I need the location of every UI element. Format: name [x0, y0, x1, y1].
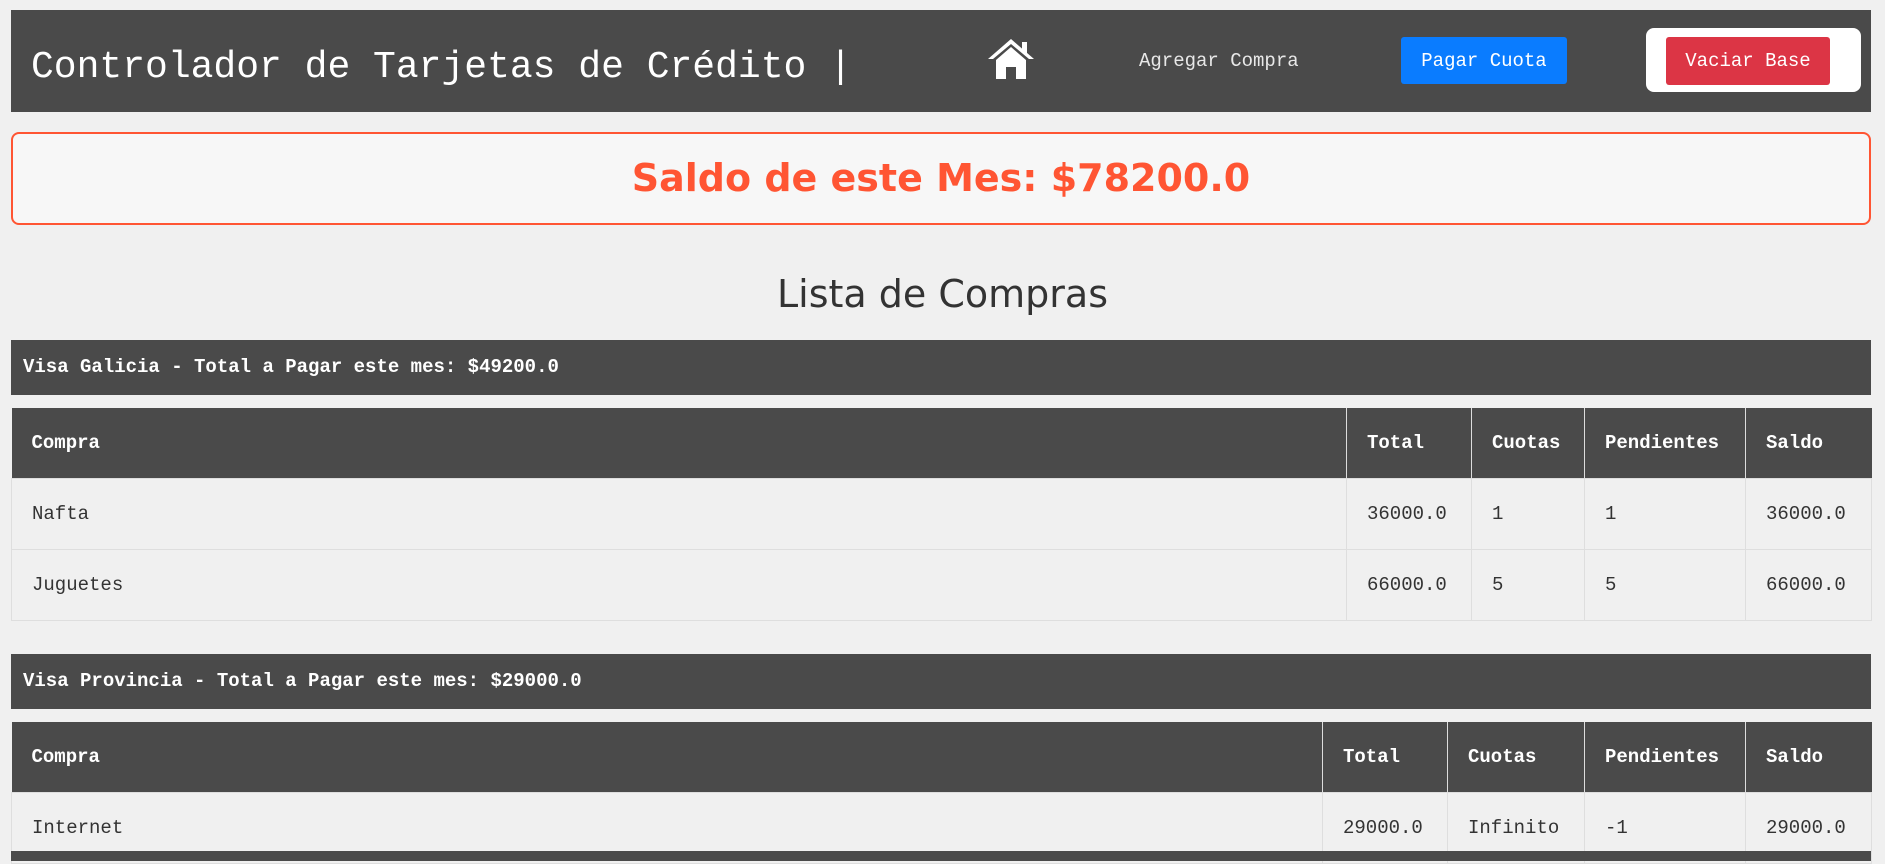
cell-compra: Juguetes: [11, 548, 1347, 621]
table-header-row: Compra Total Cuotas Pendientes Saldo: [11, 408, 1872, 478]
cell-pendientes: 1: [1584, 477, 1746, 550]
cell-cuotas: 1: [1471, 477, 1585, 550]
column-header-pendientes: Pendientes: [1584, 408, 1746, 478]
empty-database-container: Vaciar Base: [1646, 28, 1861, 92]
cell-pendientes: 5: [1584, 548, 1746, 621]
cell-saldo: 36000.0: [1745, 477, 1872, 550]
column-header-saldo: Saldo: [1745, 722, 1872, 792]
table-header-row: Compra Total Cuotas Pendientes Saldo: [11, 722, 1872, 792]
table-row: Juguetes 66000.0 5 5 66000.0: [11, 548, 1872, 621]
cell-total: 36000.0: [1346, 477, 1472, 550]
column-header-total: Total: [1346, 408, 1472, 478]
cell-cuotas: 5: [1471, 548, 1585, 621]
column-header-saldo: Saldo: [1745, 408, 1872, 478]
column-header-compra: Compra: [11, 408, 1347, 478]
purchases-table-visa-galicia: Compra Total Cuotas Pendientes Saldo Naf…: [11, 408, 1872, 621]
top-navbar: Controlador de Tarjetas de Crédito | Agr…: [11, 10, 1871, 112]
column-header-compra: Compra: [11, 722, 1323, 792]
monthly-balance-box: Saldo de este Mes: $78200.0: [11, 132, 1871, 225]
card-header-visa-provincia: Visa Provincia - Total a Pagar este mes:…: [11, 654, 1871, 709]
purchases-table-visa-provincia: Compra Total Cuotas Pendientes Saldo Int…: [11, 722, 1872, 864]
empty-database-button[interactable]: Vaciar Base: [1666, 37, 1830, 85]
app-title: Controlador de Tarjetas de Crédito |: [31, 46, 852, 89]
add-purchase-link[interactable]: Agregar Compra: [1139, 50, 1299, 72]
column-header-total: Total: [1322, 722, 1448, 792]
column-header-cuotas: Cuotas: [1447, 722, 1585, 792]
cell-total: 66000.0: [1346, 548, 1472, 621]
column-header-cuotas: Cuotas: [1471, 408, 1585, 478]
home-icon[interactable]: [986, 36, 1036, 82]
cell-saldo: 66000.0: [1745, 548, 1872, 621]
table-row: Nafta 36000.0 1 1 36000.0: [11, 477, 1872, 550]
column-header-pendientes: Pendientes: [1584, 722, 1746, 792]
bottom-bar: [11, 851, 1871, 861]
monthly-balance: Saldo de este Mes: $78200.0: [631, 156, 1251, 200]
card-header-visa-galicia: Visa Galicia - Total a Pagar este mes: $…: [11, 340, 1871, 395]
cell-compra: Nafta: [11, 477, 1347, 550]
purchases-list-title: Lista de Compras: [777, 272, 1108, 316]
pay-installment-button[interactable]: Pagar Cuota: [1401, 37, 1567, 84]
